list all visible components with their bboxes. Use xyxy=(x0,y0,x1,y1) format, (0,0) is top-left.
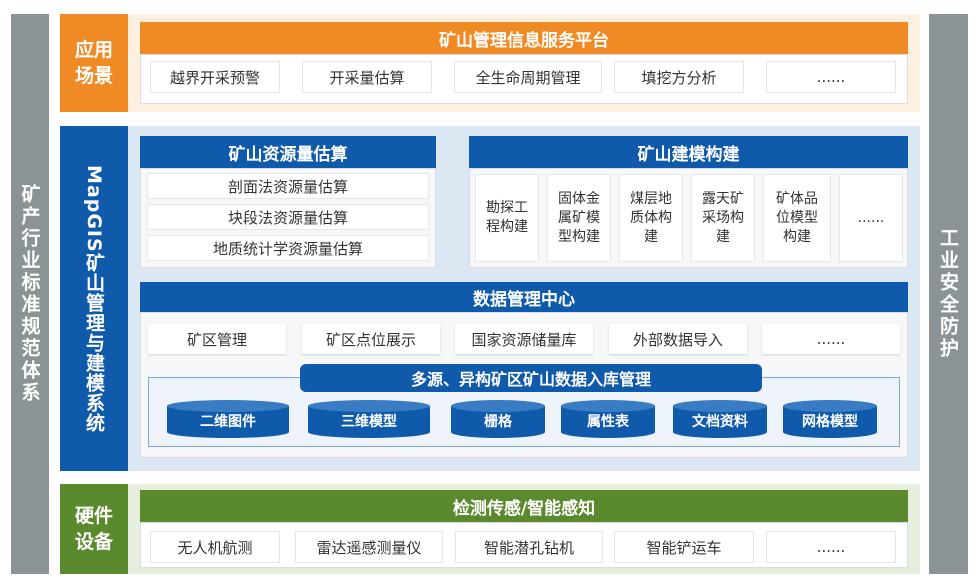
modeling-item: 矿体品位模型构建 xyxy=(763,174,831,262)
data-center-item: 国家资源储量库 xyxy=(455,324,593,354)
app-item-label: 填挖方分析 xyxy=(641,68,717,87)
hardware-layer-label-text: 硬件设备 xyxy=(74,505,113,553)
store-cylinder: 网格模型 xyxy=(781,399,879,439)
hardware-bar: 检测传感/智能感知 xyxy=(140,490,908,522)
modeling-item: 煤层地质体构建 xyxy=(619,174,683,262)
hardware-item-label: 智能潜孔钻机 xyxy=(483,538,574,557)
store-label: 三维模型 xyxy=(341,414,397,430)
store-label: 网格模型 xyxy=(802,414,858,430)
store-label: 二维图件 xyxy=(200,414,256,430)
modeling-item-label: 煤层地质体构建 xyxy=(630,190,672,245)
data-center-item: ...... xyxy=(762,324,900,354)
app-item: 填挖方分析 xyxy=(614,61,744,93)
modeling-item-label: 固体金属矿模型构建 xyxy=(558,190,600,245)
store-cylinder: 三维模型 xyxy=(306,399,432,439)
ingest-title: 多源、异构矿区矿山数据入库管理 xyxy=(410,370,651,389)
side-bar-safety: 工业安全防护 xyxy=(929,14,968,574)
data-center-item: 矿区点位展示 xyxy=(302,324,440,354)
modeling-bar: 矿山建模构建 xyxy=(469,136,908,168)
store-cylinder: 二维图件 xyxy=(165,399,291,439)
data-center-item-label: 矿区管理 xyxy=(186,330,247,349)
app-platform-bar: 矿山管理信息服务平台 xyxy=(140,22,908,54)
modeling-item-label: 勘探工程构建 xyxy=(486,200,528,235)
modeling-item-label: 露天矿采场构建 xyxy=(702,190,744,245)
app-item-label: 开采量估算 xyxy=(329,68,405,87)
system-layer-label: MapGIS矿山管理与建模系统 xyxy=(60,126,128,471)
app-platform-title: 矿山管理信息服务平台 xyxy=(439,30,609,51)
app-item: ...... xyxy=(766,61,896,93)
data-center-title: 数据管理中心 xyxy=(473,289,575,310)
hardware-item: 雷达遥感测量仪 xyxy=(295,531,443,563)
hardware-layer-label: 硬件设备 xyxy=(60,484,128,574)
hardware-item: ...... xyxy=(766,531,896,563)
hardware-item-label: 无人机航测 xyxy=(177,538,253,557)
modeling-item: ...... xyxy=(839,174,903,262)
store-cylinder: 文档资料 xyxy=(671,399,769,439)
estimation-item: 剖面法资源量估算 xyxy=(147,173,429,199)
hardware-item: 无人机航测 xyxy=(150,531,280,563)
store-label: 文档资料 xyxy=(692,414,748,430)
modeling-title: 矿山建模构建 xyxy=(637,144,740,165)
side-bar-safety-label: 工业安全防护 xyxy=(937,228,959,360)
hardware-item-label: ...... xyxy=(816,538,846,556)
hardware-item-label: 雷达遥感测量仪 xyxy=(316,538,422,557)
modeling-item-label: ...... xyxy=(857,209,885,226)
side-bar-standards-label: 矿产行业标准规范体系 xyxy=(18,184,41,404)
data-center-item: 矿区管理 xyxy=(148,324,286,354)
app-item: 全生命周期管理 xyxy=(454,61,602,93)
estimation-item: 地质统计学资源量估算 xyxy=(147,235,429,261)
app-layer-label: 应用场景 xyxy=(60,14,128,112)
estimation-item: 块段法资源量估算 xyxy=(147,204,429,230)
hardware-item-label: 智能铲运车 xyxy=(646,538,722,557)
data-center-item-label: ...... xyxy=(816,330,846,348)
data-center-item-label: 外部数据导入 xyxy=(632,330,723,349)
store-cylinder: 属性表 xyxy=(559,399,657,439)
side-bar-standards: 矿产行业标准规范体系 xyxy=(11,14,49,574)
app-item-label: 越界开采预警 xyxy=(169,68,260,87)
data-center-bar: 数据管理中心 xyxy=(140,282,908,312)
data-center-item: 外部数据导入 xyxy=(609,324,747,354)
ingest-title-bar: 多源、异构矿区矿山数据入库管理 xyxy=(300,364,762,392)
data-center-item-label: 国家资源储量库 xyxy=(471,330,577,349)
app-item: 开采量估算 xyxy=(302,61,432,93)
modeling-item: 勘探工程构建 xyxy=(475,174,539,262)
estimation-item-label: 剖面法资源量估算 xyxy=(227,177,348,196)
hardware-item: 智能潜孔钻机 xyxy=(455,531,603,563)
app-item: 越界开采预警 xyxy=(150,61,280,93)
hardware-item: 智能铲运车 xyxy=(614,531,754,563)
hardware-title: 检测传感/智能感知 xyxy=(452,498,596,519)
estimation-item-label: 地质统计学资源量估算 xyxy=(212,239,363,258)
store-label: 栅格 xyxy=(484,414,512,430)
estimation-item-label: 块段法资源量估算 xyxy=(227,208,348,227)
app-layer-label-text: 应用场景 xyxy=(74,39,113,87)
system-layer-label-text: MapGIS矿山管理与建模系统 xyxy=(83,164,105,433)
store-label: 属性表 xyxy=(587,414,629,430)
store-cylinder: 栅格 xyxy=(449,399,547,439)
estimation-bar: 矿山资源量估算 xyxy=(140,136,436,168)
data-center-item-label: 矿区点位展示 xyxy=(325,330,416,349)
modeling-item: 固体金属矿模型构建 xyxy=(547,174,611,262)
app-item-label: 全生命周期管理 xyxy=(475,68,581,87)
modeling-item-label: 矿体品位模型构建 xyxy=(776,190,818,245)
modeling-item: 露天矿采场构建 xyxy=(691,174,755,262)
app-item-label: ...... xyxy=(816,68,846,86)
estimation-title: 矿山资源量估算 xyxy=(228,144,348,165)
